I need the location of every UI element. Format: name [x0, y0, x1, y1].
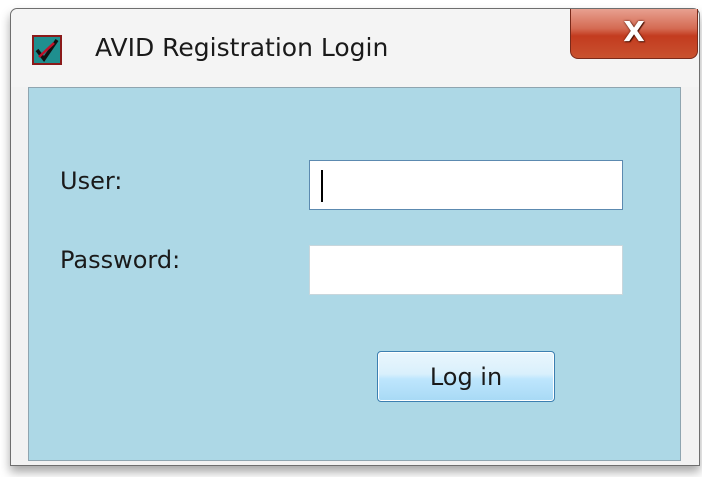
- text-caret: [321, 170, 323, 202]
- login-window: AVID Registration Login X User: Password…: [10, 8, 700, 466]
- close-icon: X: [623, 15, 645, 48]
- user-label: User:: [60, 167, 123, 195]
- password-input[interactable]: [309, 245, 623, 295]
- window-title: AVID Registration Login: [95, 33, 389, 62]
- app-icon: [32, 35, 62, 65]
- login-button[interactable]: Log in: [377, 351, 555, 402]
- title-bar[interactable]: AVID Registration Login X: [11, 9, 699, 87]
- close-button[interactable]: X: [570, 9, 698, 59]
- password-label: Password:: [60, 246, 181, 274]
- user-input[interactable]: [309, 160, 623, 210]
- checkmark-logo-icon: [35, 39, 59, 62]
- login-form: User: Password: Log in: [28, 87, 681, 461]
